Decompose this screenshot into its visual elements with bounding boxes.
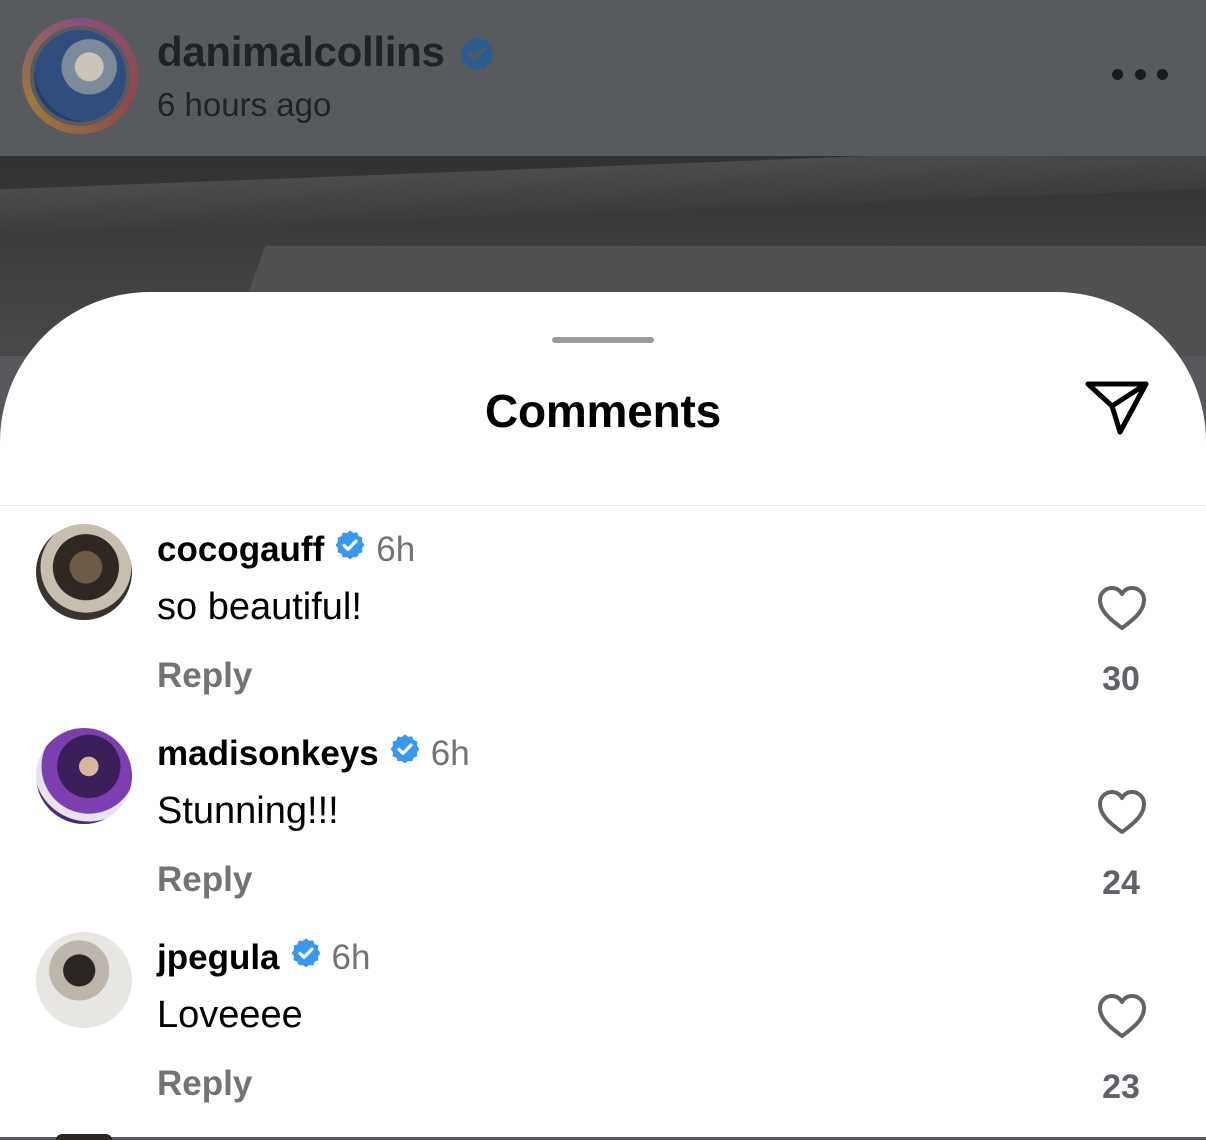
heart-outline-icon[interactable]: [1096, 788, 1148, 841]
verified-badge-icon: [389, 733, 421, 774]
comment-text: so beautiful!: [157, 586, 362, 628]
avatar[interactable]: [36, 524, 132, 620]
post-avatar: [30, 26, 130, 126]
post-timestamp: 6 hours ago: [157, 86, 332, 123]
comment-username[interactable]: jpegula: [157, 938, 280, 977]
avatar[interactable]: [36, 932, 132, 1028]
comment-time: 6h: [331, 937, 371, 977]
like-count: 23: [1102, 1068, 1140, 1106]
comment-text: Stunning!!!: [157, 790, 339, 832]
reply-button[interactable]: Reply: [157, 1064, 252, 1104]
comment-time: 6h: [376, 529, 416, 569]
send-icon[interactable]: [1082, 376, 1152, 445]
reply-button[interactable]: Reply: [157, 656, 252, 696]
divider: [0, 505, 1206, 506]
avatar: [56, 1134, 112, 1140]
comments-sheet: Comments cocogauff 6h so beautiful! Reply…: [0, 292, 1206, 1140]
post-header: danimalcollins 6 hours ago: [0, 0, 1206, 156]
avatar-image: [34, 30, 126, 122]
sheet-title: Comments: [484, 385, 722, 437]
like-count: 30: [1102, 660, 1140, 698]
reply-button[interactable]: Reply: [157, 860, 252, 900]
drag-handle[interactable]: [552, 337, 654, 343]
comment-item: jpegula 6h Loveeee Reply 23: [0, 932, 1206, 1132]
comment-text: Loveeee: [157, 994, 303, 1036]
verified-badge-icon: [458, 35, 496, 78]
post-username[interactable]: danimalcollins: [157, 28, 445, 76]
heart-outline-icon[interactable]: [1096, 992, 1148, 1045]
comment-username[interactable]: cocogauff: [157, 530, 324, 569]
comment-item: cocogauff 6h so beautiful! Reply 30: [0, 524, 1206, 724]
verified-badge-icon: [334, 529, 366, 570]
avatar[interactable]: [36, 728, 132, 824]
comment-username[interactable]: madisonkeys: [157, 734, 379, 773]
story-ring[interactable]: [22, 18, 138, 134]
comment-item: madisonkeys 6h Stunning!!! Reply 24: [0, 728, 1206, 928]
heart-outline-icon[interactable]: [1096, 584, 1148, 637]
verified-badge-icon: [290, 937, 322, 978]
like-count: 24: [1102, 864, 1140, 902]
more-options-icon[interactable]: [1112, 66, 1168, 82]
comment-time: 6h: [430, 733, 470, 773]
